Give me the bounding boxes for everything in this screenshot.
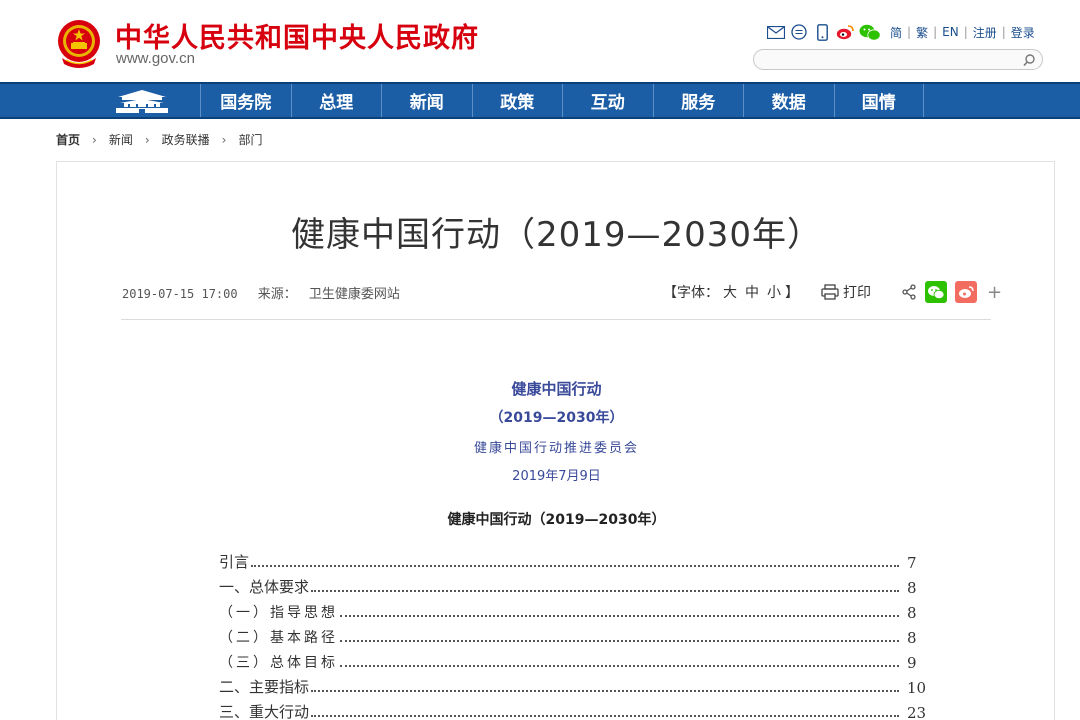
nav-item-state-council[interactable]: 国务院 xyxy=(200,84,291,117)
link-traditional[interactable]: 繁 xyxy=(916,24,928,41)
print-icon xyxy=(821,284,839,300)
main-nav: 国务院 总理 新闻 政策 互动 服务 数据 国情 xyxy=(0,82,1080,119)
divider xyxy=(121,319,991,320)
font-size-small[interactable]: 小 xyxy=(767,285,781,301)
toc-label: （二）基本路径 xyxy=(219,630,338,646)
nav-item-interaction[interactable]: 互动 xyxy=(562,84,653,117)
toc-label: 二、主要指标 xyxy=(219,678,310,696)
link-english[interactable]: EN xyxy=(942,25,959,39)
breadcrumb: 首页 › 新闻 › 政务联播 › 部门 xyxy=(56,131,263,148)
font-size-medium[interactable]: 中 xyxy=(745,285,759,301)
publish-date: 2019-07-15 17:00 xyxy=(122,287,238,301)
mail-icon[interactable] xyxy=(766,23,786,41)
toc-row[interactable]: 一、总体要求 8 xyxy=(219,572,927,597)
search-box xyxy=(753,49,1043,70)
mobile-icon[interactable] xyxy=(812,23,832,41)
share-group: + xyxy=(901,281,1002,303)
source-label: 来源： xyxy=(257,287,297,302)
toc-page: 9 xyxy=(907,654,917,672)
doc-committee: 健康中国行动推进委员会 xyxy=(473,441,639,456)
share-icon[interactable] xyxy=(901,284,917,300)
toc-leader xyxy=(251,565,899,567)
separator: | xyxy=(963,25,968,39)
breadcrumb-news[interactable]: 新闻 xyxy=(109,131,133,148)
nav-item-services[interactable]: 服务 xyxy=(652,84,744,117)
toc-label: （三）总体目标 xyxy=(219,655,338,671)
toc-row[interactable]: （二）基本路径 8 xyxy=(219,622,927,647)
toc-leader xyxy=(311,590,899,592)
font-size-large[interactable]: 大 xyxy=(723,285,737,301)
wechat-share-icon[interactable] xyxy=(925,281,947,303)
toc-row[interactable]: （一）指导思想 8 xyxy=(219,597,927,622)
link-simplified[interactable]: 简 xyxy=(890,24,902,41)
search-icon[interactable] xyxy=(1022,53,1036,67)
toc-label: （一）指导思想 xyxy=(219,605,338,621)
toc-page: 8 xyxy=(907,604,917,622)
link-register[interactable]: 注册 xyxy=(973,24,997,41)
font-size-label: 【字体： xyxy=(663,285,719,301)
table-of-contents: 引言 7 一、总体要求 8 （一）指导思想 8 （二）基本路径 8 （三）总体目标 9 二… xyxy=(219,547,927,720)
link-login[interactable]: 登录 xyxy=(1011,24,1035,41)
breadcrumb-gov-broadcast[interactable]: 政务联播 xyxy=(162,131,210,148)
toc-row[interactable]: 二、主要指标 10 xyxy=(219,672,927,697)
site-url[interactable]: www.gov.cn xyxy=(116,50,195,67)
toc-label: 一、总体要求 xyxy=(219,578,310,596)
top-tools: 简 | 繁 | EN | 注册 | 登录 xyxy=(766,22,1040,42)
nav-item-premier[interactable]: 总理 xyxy=(290,84,382,117)
national-emblem-icon[interactable] xyxy=(56,18,102,68)
toc-page: 7 xyxy=(907,554,917,572)
site-header: 中华人民共和国中央人民政府 www.gov.cn 简 | 繁 | EN | 注册… xyxy=(0,0,1080,82)
article-title: 健康中国行动（2019—2030年） xyxy=(290,215,823,255)
chevron-right-icon: › xyxy=(144,132,150,147)
nav-item-national-info[interactable]: 国情 xyxy=(833,84,924,117)
nav-item-data[interactable]: 数据 xyxy=(743,84,834,117)
chevron-right-icon: › xyxy=(92,132,97,147)
chevron-right-icon: › xyxy=(221,132,227,147)
toc-heading: 健康中国行动（2019—2030年） xyxy=(447,512,666,528)
toc-leader xyxy=(311,715,899,717)
wechat-icon[interactable] xyxy=(858,23,882,41)
toc-leader xyxy=(311,690,899,692)
toc-label: 三、重大行动 xyxy=(219,703,310,720)
toc-page: 8 xyxy=(907,629,917,647)
toc-leader xyxy=(340,615,899,617)
source-name: 卫生健康委网站 xyxy=(308,287,400,302)
separator: | xyxy=(907,25,912,39)
article-panel: 健康中国行动（2019—2030年） 2019-07-15 17:00 来源： … xyxy=(56,161,1055,720)
message-icon[interactable] xyxy=(789,23,809,41)
toc-page: 23 xyxy=(907,704,927,720)
toc-leader xyxy=(340,665,899,667)
print-label: 打印 xyxy=(843,285,871,301)
toc-row[interactable]: 引言 7 xyxy=(219,547,927,572)
font-size-control: 【字体：大中小】 xyxy=(663,282,799,302)
nav-items: 国务院 总理 新闻 政策 互动 服务 数据 国情 xyxy=(200,84,924,117)
font-size-close: 】 xyxy=(785,285,799,301)
print-button[interactable]: 打印 xyxy=(821,282,871,302)
tiananmen-icon[interactable] xyxy=(112,88,172,115)
toc-label: 引言 xyxy=(219,553,250,571)
toc-page: 8 xyxy=(907,579,917,597)
article-meta: 2019-07-15 17:00 来源： 卫生健康委网站 xyxy=(122,283,400,302)
toc-page: 10 xyxy=(907,679,927,697)
search-input[interactable] xyxy=(764,51,1019,68)
breadcrumb-home[interactable]: 首页 xyxy=(56,131,80,148)
toc-row[interactable]: （三）总体目标 9 xyxy=(219,647,927,672)
article-tools: 【字体：大中小】 打印 + xyxy=(663,281,1002,303)
doc-heading: 健康中国行动 xyxy=(511,380,602,398)
separator: | xyxy=(1001,25,1006,39)
breadcrumb-departments[interactable]: 部门 xyxy=(238,131,262,148)
toc-leader xyxy=(340,640,899,642)
weibo-icon[interactable] xyxy=(835,23,855,41)
nav-item-policy[interactable]: 政策 xyxy=(471,84,563,117)
doc-date: 2019年7月9日 xyxy=(512,469,601,484)
doc-years: （2019—2030年） xyxy=(489,410,624,426)
separator: | xyxy=(933,25,938,39)
toc-row[interactable]: 三、重大行动 23 xyxy=(219,697,927,720)
weibo-share-icon[interactable] xyxy=(955,281,977,303)
more-share-icon[interactable]: + xyxy=(987,282,1002,303)
nav-item-news[interactable]: 新闻 xyxy=(381,84,472,117)
